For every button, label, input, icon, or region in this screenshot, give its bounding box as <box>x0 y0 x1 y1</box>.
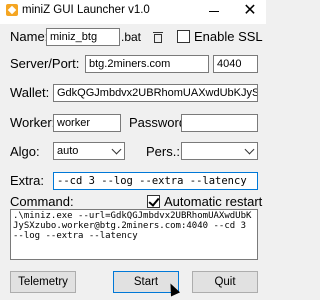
enable-ssl-label: Enable SSL <box>194 29 263 44</box>
algo-select-value: auto <box>57 145 79 157</box>
server-port-label: Server/Port: <box>10 56 80 71</box>
miniz-app-icon <box>6 4 18 16</box>
automatic-restart-label: Automatic restart <box>164 194 263 209</box>
password-field[interactable] <box>181 114 258 132</box>
name-field[interactable]: miniz_btg <box>46 28 120 46</box>
wallet-label: Wallet: <box>10 85 50 100</box>
enable-ssl-checkbox[interactable] <box>177 30 190 43</box>
pers-select[interactable] <box>181 142 258 160</box>
chevron-down-icon <box>244 144 255 155</box>
window-title: miniZ GUI Launcher v1.0 <box>22 4 150 16</box>
algo-select[interactable]: auto <box>53 142 125 160</box>
extra-field[interactable]: --cd 3 --log --extra --latency <box>53 172 258 190</box>
title-bar[interactable]: miniZ GUI Launcher v1.0 ✕ <box>0 0 266 24</box>
worker-field[interactable]: worker <box>53 114 121 132</box>
minimize-button[interactable] <box>200 0 228 22</box>
telemetry-button[interactable]: Telemetry <box>10 271 76 293</box>
server-field[interactable]: btg.2miners.com <box>85 55 209 73</box>
port-field[interactable]: 4040 <box>213 55 258 73</box>
quit-button[interactable]: Quit <box>192 271 258 293</box>
bat-suffix-label: .bat <box>121 30 142 44</box>
command-textbox[interactable]: .\miniz.exe --url=GdkQGJmbdvx2UBRhomUAXw… <box>10 209 258 260</box>
trash-icon[interactable] <box>153 31 163 43</box>
wallet-field[interactable]: GdkQGJmbdvx2UBRhomUAXwdUbKJySXzubo <box>53 84 258 102</box>
algo-label: Algo: <box>10 144 40 159</box>
chevron-down-icon <box>111 144 122 155</box>
close-button[interactable]: ✕ <box>236 0 264 22</box>
command-label: Command: <box>10 194 74 209</box>
worker-label: Worker: <box>10 115 56 130</box>
extra-label: Extra: <box>10 173 44 188</box>
automatic-restart-checkbox[interactable] <box>147 195 160 208</box>
name-label: Name: <box>10 29 49 44</box>
pers-label: Pers.: <box>146 144 180 159</box>
